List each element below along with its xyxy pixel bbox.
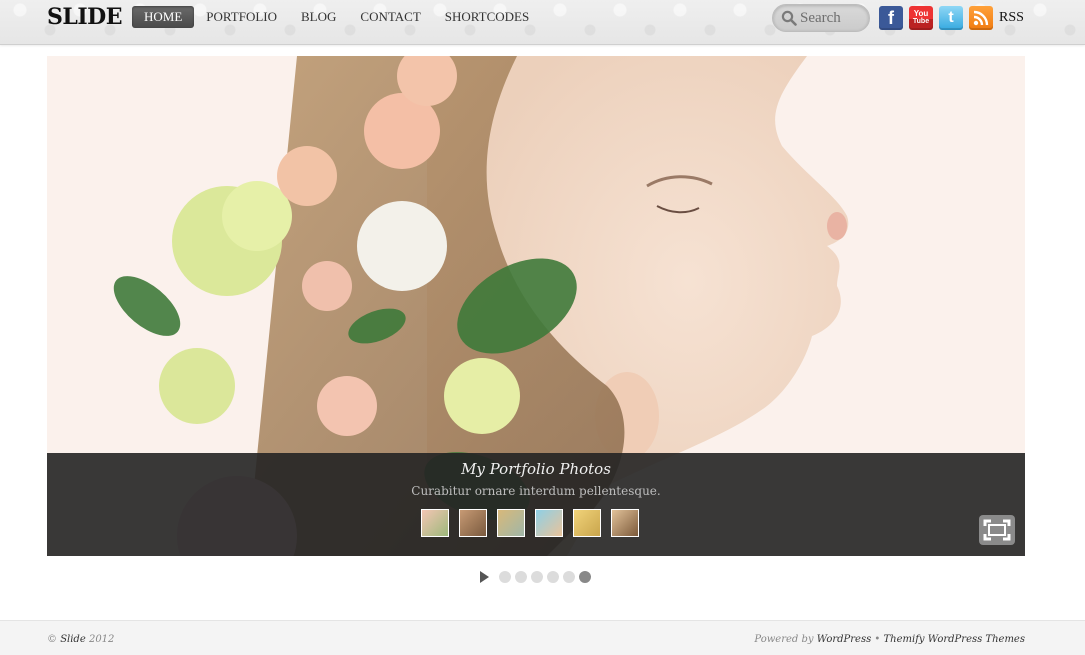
youtube-bottom-text: Tube <box>912 18 930 25</box>
site-footer: © Slide 2012 Powered by WordPress • Them… <box>0 620 1085 655</box>
twitter-icon[interactable]: t <box>939 6 963 30</box>
footer-separator: • <box>874 634 881 645</box>
youtube-icon[interactable]: You Tube <box>909 6 933 30</box>
fullscreen-icon <box>983 519 1011 541</box>
hero-slider: My Portfolio Photos Curabitur ornare int… <box>47 56 1025 556</box>
fullscreen-button[interactable] <box>979 515 1015 545</box>
pager-dot-1[interactable] <box>499 571 511 583</box>
copyright-symbol: © <box>47 634 57 645</box>
thumbnail-2[interactable] <box>459 509 487 537</box>
search-icon <box>781 10 797 26</box>
thumbnail-4[interactable] <box>535 509 563 537</box>
powered-by-label: Powered by <box>754 634 814 645</box>
footer-credits: Powered by WordPress • Themify WordPress… <box>754 634 1025 645</box>
pager-dot-4[interactable] <box>547 571 559 583</box>
main-nav: HOME PORTFOLIO BLOG CONTACT SHORTCODES <box>132 6 541 28</box>
thumbnail-3[interactable] <box>497 509 525 537</box>
nav-home[interactable]: HOME <box>132 6 195 28</box>
footer-copyright: © Slide 2012 <box>47 634 114 645</box>
slide-caption: My Portfolio Photos Curabitur ornare int… <box>47 453 1025 556</box>
pager-dot-5[interactable] <box>563 571 575 583</box>
wordpress-link[interactable]: WordPress <box>817 634 872 645</box>
thumbnail-6[interactable] <box>611 509 639 537</box>
nav-contact[interactable]: CONTACT <box>348 6 432 28</box>
facebook-icon[interactable]: f <box>879 6 903 30</box>
youtube-top-text: You <box>913 9 929 18</box>
thumbnail-5[interactable] <box>573 509 601 537</box>
search-box[interactable] <box>772 4 870 32</box>
footer-site-link[interactable]: Slide <box>60 634 86 645</box>
slider-pager <box>480 571 595 583</box>
site-header: SLIDE HOME PORTFOLIO BLOG CONTACT SHORTC… <box>0 0 1085 45</box>
nav-portfolio[interactable]: PORTFOLIO <box>194 6 289 28</box>
pager-dot-2[interactable] <box>515 571 527 583</box>
social-links: f You Tube t RSS <box>879 6 1024 30</box>
search-input[interactable] <box>800 8 866 28</box>
pager-dot-3[interactable] <box>531 571 543 583</box>
thumbnail-strip <box>421 509 649 537</box>
themify-link[interactable]: Themify WordPress Themes <box>884 634 1025 645</box>
rss-label[interactable]: RSS <box>999 6 1024 30</box>
nav-shortcodes[interactable]: SHORTCODES <box>433 6 541 28</box>
nav-blog[interactable]: BLOG <box>289 6 348 28</box>
footer-year: 2012 <box>88 634 115 645</box>
caption-text: Curabitur ornare interdum pellentesque. <box>411 484 661 498</box>
rss-glyph-icon <box>973 10 989 26</box>
site-logo[interactable]: SLIDE <box>47 4 123 30</box>
rss-icon[interactable] <box>969 6 993 30</box>
pager-dot-6[interactable] <box>579 571 591 583</box>
play-icon[interactable] <box>480 571 489 583</box>
caption-title[interactable]: My Portfolio Photos <box>47 460 1025 478</box>
thumbnail-1[interactable] <box>421 509 449 537</box>
